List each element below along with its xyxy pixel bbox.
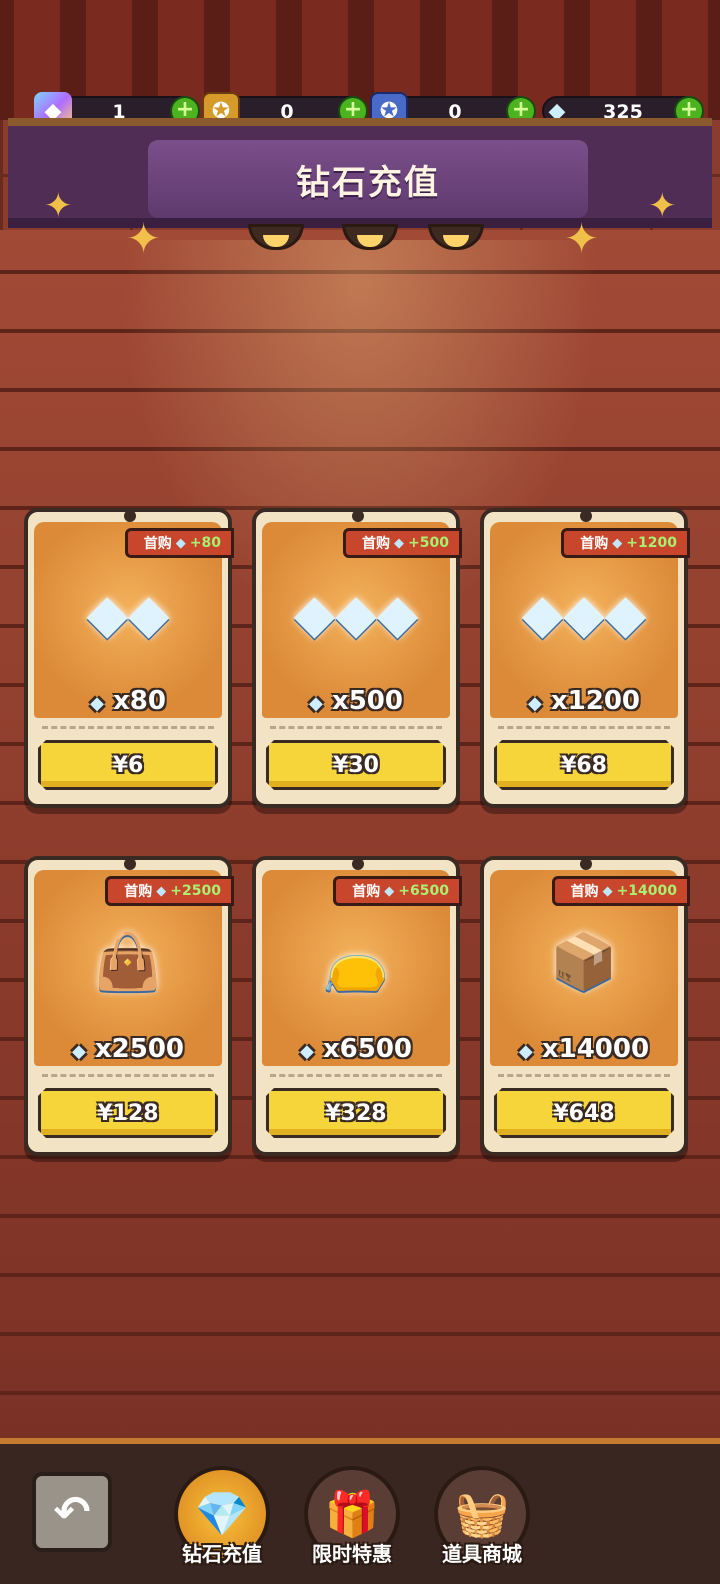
diamond-icon: ◆ xyxy=(384,883,395,899)
hanging-hole xyxy=(352,858,364,870)
divider xyxy=(498,726,670,729)
star-decoration-icon: ✦ xyxy=(44,186,73,226)
hanging-hole xyxy=(580,510,592,522)
tab-limited-offer[interactable]: 🎁 限时特惠 xyxy=(300,1466,404,1584)
first-purchase-tag: 首购 ◆ +2500 xyxy=(105,876,234,906)
title-banner: 钻石充值 xyxy=(8,118,712,228)
diamond-icon: ◆ xyxy=(394,535,405,551)
first-purchase-label: 首购 xyxy=(124,884,153,900)
diamond-pack-card[interactable]: ◆◆◆ ◆ x500 首购 ◆ +500 ¥30 xyxy=(252,508,462,808)
back-button[interactable]: ↶ xyxy=(32,1472,112,1552)
first-purchase-tag: 首购 ◆ +6500 xyxy=(333,876,462,906)
star-decoration-icon: ✦ xyxy=(564,214,600,263)
diamond-pack-card[interactable]: ◆◆◆ ◆ x1200 首购 ◆ +1200 ¥68 xyxy=(480,508,690,808)
divider xyxy=(42,1074,214,1077)
buy-button[interactable]: ¥30 xyxy=(266,740,446,790)
buy-button[interactable]: ¥128 xyxy=(38,1088,218,1138)
pack-amount: ◆ x14000 xyxy=(518,1034,650,1064)
tab-diamond-recharge[interactable]: 💎 钻石充值 xyxy=(170,1466,274,1584)
diamond-crate-icon: 📦 xyxy=(550,930,618,993)
divider xyxy=(270,1074,442,1077)
price-label: ¥328 xyxy=(325,1100,387,1126)
first-purchase-bonus: +14000 xyxy=(616,883,677,899)
diamond-doctor-bag-icon: 👝 xyxy=(322,930,390,993)
divider xyxy=(498,1074,670,1077)
star-decoration-icon: ✦ xyxy=(126,214,162,263)
tab-label: 钻石充值 xyxy=(182,1542,262,1566)
diamond-icon: ◆ xyxy=(90,693,104,714)
price-label: ¥128 xyxy=(97,1100,159,1126)
price-label: ¥68 xyxy=(561,752,607,778)
title-plate: 钻石充值 xyxy=(148,140,588,218)
diamond-pack-card[interactable]: 📦 ◆ x14000 首购 ◆ +14000 ¥648 xyxy=(480,856,690,1156)
buy-button[interactable]: ¥6 xyxy=(38,740,218,790)
diamond-pile-large-icon: ◆◆◆ xyxy=(521,582,647,645)
pack-amount: ◆ x2500 xyxy=(71,1034,185,1064)
diamond-icon: ◆ xyxy=(309,693,323,714)
first-purchase-label: 首购 xyxy=(570,884,599,900)
diamond-icon: ◆ xyxy=(156,883,167,899)
first-purchase-bonus: +6500 xyxy=(398,883,449,899)
back-arrow-icon: ↶ xyxy=(53,1486,91,1538)
first-purchase-bonus: +1200 xyxy=(626,535,677,551)
diamond-icon: ◆ xyxy=(175,535,186,551)
pack-amount: ◆ x1200 xyxy=(527,686,641,716)
hanging-hole xyxy=(124,858,136,870)
first-purchase-label: 首购 xyxy=(580,536,609,552)
first-purchase-tag: 首购 ◆ +1200 xyxy=(561,528,690,558)
price-label: ¥648 xyxy=(553,1100,615,1126)
diamond-icon: ◆ xyxy=(602,883,613,899)
diamond-icon: ◆ xyxy=(71,1041,86,1062)
diamond-pack-card[interactable]: ◆◆ ◆ x80 首购 ◆ +80 ¥6 xyxy=(24,508,234,808)
tab-item-shop[interactable]: 🧺 道具商城 xyxy=(430,1466,534,1584)
price-label: ¥30 xyxy=(333,752,379,778)
first-purchase-bonus: +2500 xyxy=(170,883,221,899)
first-purchase-tag: 首购 ◆ +80 xyxy=(124,528,234,558)
first-purchase-label: 首购 xyxy=(352,884,381,900)
buy-button[interactable]: ¥328 xyxy=(266,1088,446,1138)
tab-label: 限时特惠 xyxy=(312,1542,392,1566)
hanging-hole xyxy=(352,510,364,522)
first-purchase-label: 首购 xyxy=(143,536,172,552)
first-purchase-tag: 首购 ◆ +500 xyxy=(343,528,462,558)
diamond-icon: ◆ xyxy=(518,1041,533,1062)
buy-button[interactable]: ¥68 xyxy=(494,740,674,790)
divider xyxy=(42,726,214,729)
first-purchase-label: 首购 xyxy=(362,536,391,552)
diamond-icon: ◆ xyxy=(612,535,623,551)
star-decoration-icon: ✦ xyxy=(648,186,677,226)
divider xyxy=(270,726,442,729)
tab-label: 道具商城 xyxy=(442,1542,522,1566)
bottom-nav: ↶ 💎 钻石充值 🎁 限时特惠 🧺 道具商城 xyxy=(0,1438,720,1584)
page-title: 钻石充值 xyxy=(296,162,440,203)
diamond-bag-icon: 👜 xyxy=(94,930,162,993)
diamond-pile-medium-icon: ◆◆◆ xyxy=(293,582,419,645)
buy-button[interactable]: ¥648 xyxy=(494,1088,674,1138)
first-purchase-tag: 首购 ◆ +14000 xyxy=(551,876,690,906)
diamond-pack-card[interactable]: 👜 ◆ x2500 首购 ◆ +2500 ¥128 xyxy=(24,856,234,1156)
price-label: ¥6 xyxy=(112,752,144,778)
pack-amount: ◆ x500 xyxy=(309,686,403,716)
hanging-hole xyxy=(124,510,136,522)
diamond-pack-card[interactable]: 👝 ◆ x6500 首购 ◆ +6500 ¥328 xyxy=(252,856,462,1156)
diamond-pile-small-icon: ◆◆ xyxy=(86,582,170,645)
pack-amount: ◆ x80 xyxy=(90,686,166,716)
pack-amount: ◆ x6500 xyxy=(299,1034,413,1064)
diamond-icon: ◆ xyxy=(527,693,542,714)
diamond-icon: ◆ xyxy=(299,1041,314,1062)
first-purchase-bonus: +500 xyxy=(408,535,449,551)
first-purchase-bonus: +80 xyxy=(189,535,221,551)
hanging-hole xyxy=(580,858,592,870)
